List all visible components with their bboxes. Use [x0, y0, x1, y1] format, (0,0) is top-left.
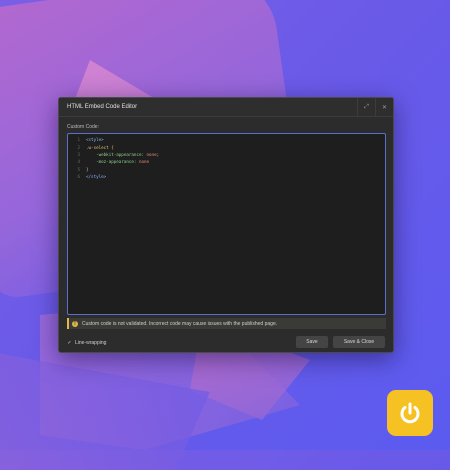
code-text: -webkit-appearance: none; [86, 152, 159, 157]
code-token: none [146, 151, 157, 157]
linewrap-checkbox[interactable]: ✓ [67, 340, 72, 346]
code-token: -moz-appearance: [86, 159, 139, 165]
code-line: 2 .w-select { [68, 143, 385, 150]
line-number: 5 [77, 166, 80, 172]
code-lines: 1 <style> 2 .w-select {3 -webkit-appearance… [68, 134, 385, 180]
code-editor-dialog: HTML Embed Code Editor ⤢ ✕ Custom Code: … [58, 97, 394, 353]
line-number: 3 [77, 151, 80, 157]
code-line: 4 -moz-appearance: none [68, 158, 385, 165]
code-token: none [138, 159, 150, 165]
custom-code-label: Custom Code: [67, 124, 99, 130]
dialog-titlebar: HTML Embed Code Editor ⤢ ✕ [59, 98, 393, 117]
code-text: <style> [86, 137, 104, 142]
code-line: 5} [68, 166, 385, 173]
dialog-footer: ✓ Line-wrapping Save Save & Close [59, 333, 393, 352]
dialog-title: HTML Embed Code Editor [67, 104, 138, 110]
line-number: 2 [77, 144, 80, 150]
code-editor[interactable]: 1 <style> 2 .w-select {3 -webkit-appearance… [67, 133, 386, 315]
power-icon [387, 390, 433, 436]
line-number: 1 [77, 137, 80, 143]
warning-text: Custom code is not validated. Incorrect … [82, 320, 278, 327]
code-line: 1 <style> [68, 136, 385, 143]
code-line: 3 -webkit-appearance: none; [68, 151, 385, 158]
code-text: -moz-appearance: none [86, 159, 149, 164]
save-and-close-button[interactable]: Save & Close [333, 336, 385, 348]
code-token: .w-select { [86, 144, 114, 150]
code-token: } [86, 166, 89, 172]
code-text: </style> [86, 174, 106, 179]
line-number: 4 [77, 159, 80, 165]
linewrap-toggle[interactable]: ✓ Line-wrapping [67, 340, 106, 346]
save-button[interactable]: Save [296, 336, 328, 348]
code-token: </style> [86, 174, 107, 180]
validation-warning: ! Custom code is not validated. Incorrec… [67, 318, 386, 329]
line-number: 6 [77, 174, 80, 180]
code-text: } [86, 167, 89, 172]
code-line: 6 </style> [68, 173, 385, 180]
warning-icon: ! [72, 320, 78, 327]
linewrap-label: Line-wrapping [75, 339, 107, 346]
code-text: .w-select { [86, 145, 114, 150]
titlebar-actions: ⤢ ✕ [357, 98, 393, 116]
close-icon[interactable]: ✕ [375, 98, 393, 116]
code-token: -webkit-appearance: [86, 151, 147, 157]
expand-icon[interactable]: ⤢ [357, 98, 375, 116]
code-token: <style> [86, 137, 104, 143]
code-token: ; [156, 151, 160, 157]
